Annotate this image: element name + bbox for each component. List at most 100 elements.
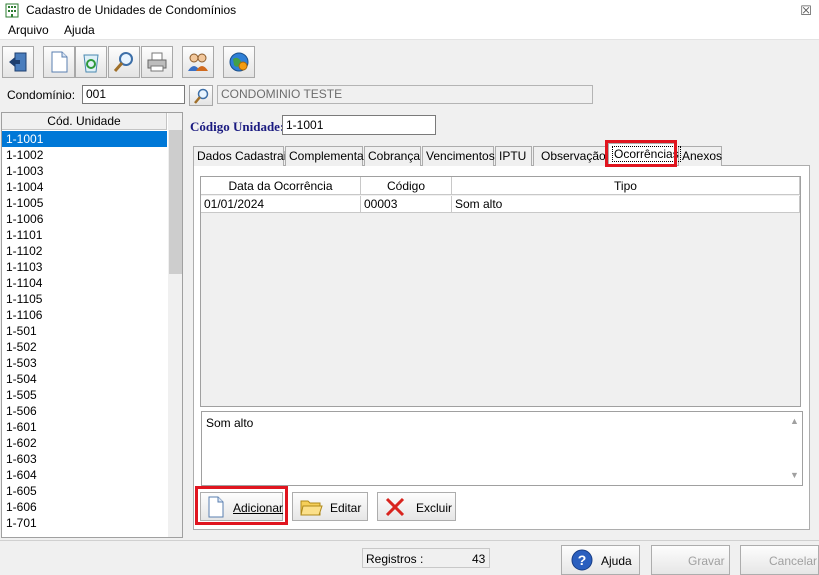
registros-count: 43 [472,552,486,566]
delete-x-icon [385,497,405,517]
users-icon [188,53,208,71]
delete-button[interactable]: Excluir [377,492,456,521]
tab-complementar[interactable]: Complementar [285,146,368,166]
building-icon [5,3,19,18]
list-item[interactable]: 1-1003 [2,163,167,179]
settings-button[interactable] [223,46,255,78]
table-row-cell-data[interactable]: 01/01/2024 [201,196,361,213]
list-item[interactable]: 1-1105 [2,291,167,307]
refresh-button[interactable] [75,46,107,78]
list-item[interactable]: 1-701 [2,515,167,531]
condominio-search-button[interactable] [189,85,213,106]
list-item[interactable]: 1-506 [2,403,167,419]
refresh-recycle-icon [83,54,99,73]
cancel-button-label: Cancelar [769,554,818,568]
tab-label: Anexos [682,149,723,163]
tab-label: Cobrança [368,149,421,163]
list-item[interactable]: 1-1001 [2,131,167,147]
condominio-name-field: CONDOMINIO TESTE [217,85,593,104]
list-item[interactable]: 1-503 [2,355,167,371]
scrollbar-thumb[interactable] [169,130,182,274]
condominio-code-input[interactable]: 001 [82,85,185,104]
list-item[interactable]: 1-601 [2,419,167,435]
list-item[interactable]: 1-1002 [2,147,167,163]
list-item[interactable]: 1-1106 [2,307,167,323]
column-header-codigo[interactable]: Código [361,177,452,195]
new-document-icon [51,51,68,73]
new-button[interactable] [43,46,75,78]
memo-text: Som alto [206,416,254,430]
save-button[interactable]: Gravar [651,545,730,575]
exit-button[interactable] [2,46,34,78]
list-item[interactable]: 1-606 [2,499,167,515]
scroll-up-icon[interactable]: ▲ [790,416,799,426]
save-button-label: Gravar [688,554,725,568]
menu-arquivo[interactable]: Arquivo [8,23,49,37]
list-item[interactable]: 1-602 [2,435,167,451]
print-icon [147,52,167,72]
condominio-label: Condomínio: [7,88,76,102]
search-icon [113,52,133,72]
tab-highlight-box [605,140,677,167]
list-item[interactable]: 1-1103 [2,259,167,275]
column-header-tipo[interactable]: Tipo [452,177,800,195]
list-item[interactable]: 1-604 [2,467,167,483]
delete-button-label: Excluir [416,501,453,515]
list-item[interactable]: 1-505 [2,387,167,403]
tab-label: IPTU [499,149,527,163]
tab-dados-cadastrais[interactable]: Dados Cadastrais [193,146,292,166]
list-item[interactable]: 1-502 [2,339,167,355]
table-row-cell-codigo[interactable]: 00003 [361,196,452,213]
tab-label: Vencimentos [426,149,495,163]
window-title: Cadastro de Unidades de Condomínios [26,3,237,17]
registros-box: Registros : 43 [362,548,490,568]
help-button[interactable]: ? Ajuda [561,545,640,575]
list-item[interactable]: 1-603 [2,451,167,467]
help-button-label: Ajuda [601,554,632,568]
search-icon [194,88,209,104]
table-row-cell-tipo[interactable]: Som alto [452,196,800,213]
list-item[interactable]: 1-1005 [2,195,167,211]
unit-list-scrollbar[interactable] [168,113,182,537]
search-button[interactable] [108,46,140,78]
folder-icon [300,500,323,516]
edit-button-label: Editar [330,501,362,515]
occurrences-grid[interactable]: Data da Ocorrência Código Tipo 01/01/202… [200,176,801,407]
settings-globe-icon [229,52,249,72]
codigo-unidade-input[interactable]: 1-1001 [282,115,436,135]
exit-icon [9,52,27,72]
unit-list[interactable]: Cód. Unidade 1-1001 1-1002 1-1003 1-1004 1-1… [1,112,183,538]
list-item[interactable]: 1-1102 [2,243,167,259]
scroll-down-icon[interactable]: ▼ [790,470,799,480]
cancel-button[interactable]: Cancelar [740,545,819,575]
tab-vencimentos[interactable]: Vencimentos [422,146,495,166]
users-button[interactable] [182,46,214,78]
tab-observacao[interactable]: Observação [533,146,606,166]
tab-label: Dados Cadastrais [197,149,293,163]
help-icon: ? [571,549,593,571]
tab-anexos[interactable]: Anexos [678,146,722,166]
list-item[interactable]: 1-1004 [2,179,167,195]
print-button[interactable] [141,46,173,78]
title-bar: Cadastro de Unidades de Condomínios ☒ [0,0,819,22]
tab-iptu[interactable]: IPTU [495,146,532,166]
memo-scrollbar[interactable]: ▲ ▼ [787,412,802,485]
tab-cobranca[interactable]: Cobrança [364,146,421,166]
edit-button[interactable]: Editar [292,492,368,521]
tab-label: Observação [541,149,606,163]
registros-label: Registros : [366,552,424,566]
list-item[interactable]: 1-1006 [2,211,167,227]
list-item[interactable]: 1-501 [2,323,167,339]
menu-bar: Arquivo Ajuda [0,22,819,40]
list-item[interactable]: 1-1101 [2,227,167,243]
unit-list-header[interactable]: Cód. Unidade [2,113,167,130]
column-header-data[interactable]: Data da Ocorrência [201,177,361,195]
occurrence-memo[interactable]: Som alto ▲ ▼ [201,411,803,486]
menu-ajuda[interactable]: Ajuda [64,23,95,37]
list-item[interactable]: 1-504 [2,371,167,387]
svg-text:?: ? [578,552,587,568]
close-icon[interactable]: ☒ [798,3,814,19]
list-item[interactable]: 1-1104 [2,275,167,291]
add-button-highlight-box [195,486,288,525]
list-item[interactable]: 1-605 [2,483,167,499]
